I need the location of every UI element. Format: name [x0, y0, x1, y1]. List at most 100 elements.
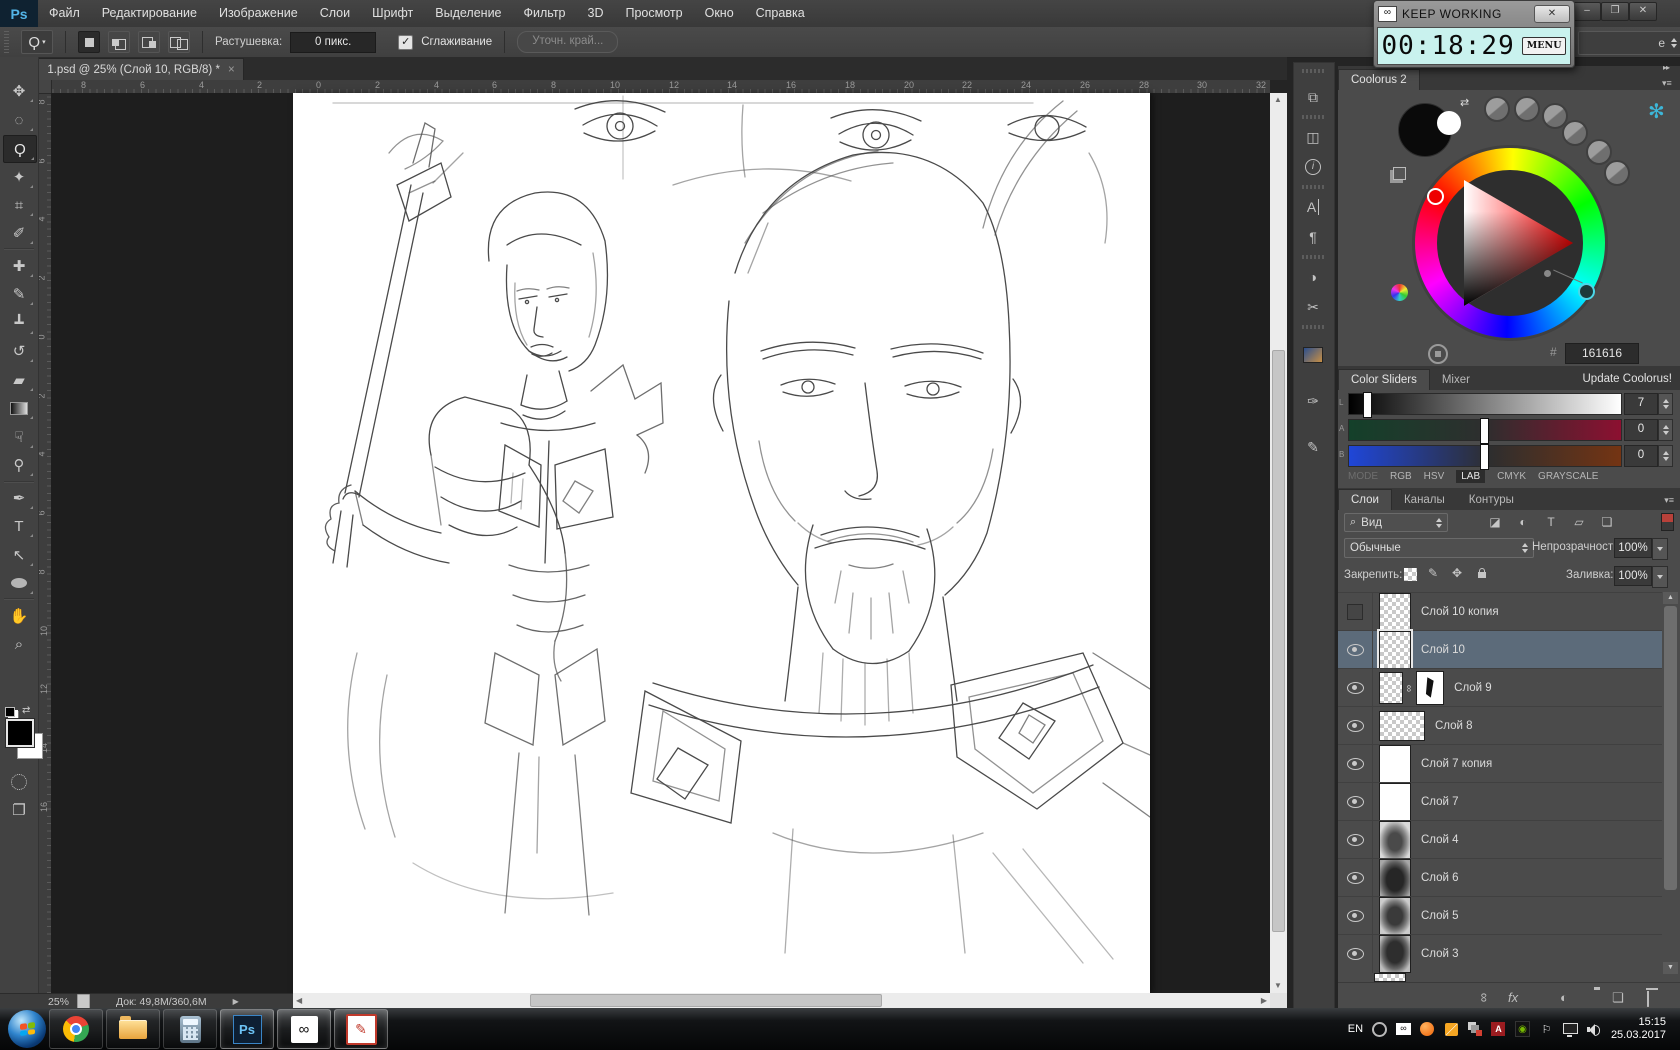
- adjustments-panel-icon[interactable]: ◑: [1300, 265, 1326, 289]
- filter-toggle[interactable]: [1661, 513, 1674, 531]
- harmony-scheme-button[interactable]: [1514, 96, 1540, 122]
- layer-thumbnail[interactable]: [1379, 783, 1411, 821]
- eraser-tool[interactable]: ▰: [3, 367, 35, 393]
- layer-thumbnail[interactable]: [1379, 631, 1411, 669]
- layer-thumbnail[interactable]: [1379, 821, 1411, 859]
- taskbar-keep-working-button[interactable]: ∞: [277, 1009, 331, 1049]
- menu-edit[interactable]: Редактирование: [91, 0, 208, 27]
- tray-adobe-icon[interactable]: A: [1491, 1022, 1506, 1037]
- slider-a-value[interactable]: 0: [1624, 419, 1658, 441]
- tray-nvidia-icon[interactable]: ◉: [1515, 1022, 1530, 1037]
- lock-all-icon[interactable]: [1478, 572, 1486, 578]
- visibility-toggle[interactable]: [1338, 783, 1373, 821]
- link-layers-icon[interactable]: ∞: [1477, 993, 1492, 1002]
- brush-presets-panel-icon[interactable]: ✎: [1300, 435, 1326, 459]
- visibility-toggle[interactable]: [1338, 935, 1373, 973]
- hex-value-field[interactable]: 161616: [1565, 343, 1639, 364]
- layer-row-6[interactable]: Слой 6: [1338, 858, 1662, 897]
- workspace-select[interactable]: e: [1578, 31, 1680, 55]
- layer-name[interactable]: Слой 10: [1421, 644, 1465, 656]
- tray-updates-icon[interactable]: [1468, 1022, 1482, 1036]
- slider-a-stepper[interactable]: [1658, 419, 1673, 441]
- tray-network-icon[interactable]: [1563, 1022, 1578, 1037]
- slider-l-thumb[interactable]: [1363, 392, 1372, 418]
- hand-tool[interactable]: ✋: [3, 603, 35, 629]
- antialias-checkbox[interactable]: ✓: [398, 35, 413, 50]
- start-button[interactable]: [8, 1010, 46, 1048]
- coolorus-settings-gear-icon[interactable]: ✻: [1648, 101, 1670, 123]
- selection-subtract-button[interactable]: [138, 31, 160, 53]
- info-panel-icon[interactable]: i: [1300, 155, 1326, 179]
- saturation-triangle[interactable]: [1437, 170, 1583, 316]
- mode-lab[interactable]: LAB: [1456, 470, 1485, 483]
- slider-b-stepper[interactable]: [1658, 445, 1673, 467]
- layer-thumbnail[interactable]: [1379, 935, 1411, 973]
- tool-presets-panel-icon[interactable]: ✑: [1300, 389, 1326, 413]
- window-minimize-button[interactable]: –: [1573, 2, 1601, 21]
- layers-menu-icon[interactable]: ▾≡: [1664, 490, 1680, 510]
- gradients-panel-icon[interactable]: [1300, 343, 1326, 367]
- document-tab-close-icon[interactable]: ×: [228, 64, 235, 76]
- taskbar-clock[interactable]: 15:15 25.03.2017: [1611, 1016, 1670, 1042]
- taskbar-picture-manager-button[interactable]: ✎: [334, 1009, 388, 1049]
- history-brush-tool[interactable]: ↺: [3, 338, 35, 364]
- default-colors-icon[interactable]: [5, 707, 15, 717]
- coolorus-menu-icon[interactable]: ▾≡: [1662, 78, 1676, 89]
- menu-image[interactable]: Изображение: [208, 0, 309, 27]
- slider-l[interactable]: [1348, 393, 1622, 415]
- collapse-panels-icon[interactable]: ▸▸: [1663, 63, 1669, 72]
- layer-thumbnail[interactable]: [1379, 711, 1425, 741]
- screen-mode-button[interactable]: ❐: [3, 797, 35, 823]
- selection-intersect-button[interactable]: [168, 31, 190, 53]
- taskbar-chrome-button[interactable]: [49, 1009, 103, 1049]
- harmony-scheme-button[interactable]: [1484, 96, 1510, 122]
- quick-mask-button[interactable]: [3, 769, 35, 795]
- foreground-color-swatch[interactable]: [6, 719, 34, 747]
- move-tool[interactable]: ✥: [3, 78, 35, 104]
- copy-hex-icon[interactable]: [1393, 167, 1406, 180]
- layer-name[interactable]: Слой 10 копия: [1421, 606, 1499, 618]
- visibility-toggle[interactable]: [1338, 707, 1373, 745]
- layer-thumbnail[interactable]: [1379, 897, 1411, 935]
- magic-wand-tool[interactable]: ✦: [3, 164, 35, 190]
- coolorus-swap-icon[interactable]: ⇄: [1460, 96, 1469, 109]
- vertical-scroll-thumb[interactable]: [1272, 350, 1285, 932]
- layer-row-5[interactable]: Слой 5: [1338, 896, 1662, 935]
- clone-stamp-tool[interactable]: ┻: [3, 310, 35, 336]
- taskbar-photoshop-button[interactable]: Ps: [220, 1009, 274, 1049]
- layer-row-7[interactable]: Слой 7: [1338, 782, 1662, 821]
- layers-scroll-up-icon[interactable]: ▲: [1663, 592, 1678, 604]
- status-flyout-icon[interactable]: ▶: [233, 997, 239, 1006]
- stop-icon[interactable]: [1428, 344, 1448, 364]
- fill-value[interactable]: 100%: [1614, 566, 1652, 586]
- zoom-level-field[interactable]: 25%: [48, 996, 69, 1008]
- character-panel-icon[interactable]: A: [1300, 195, 1326, 219]
- lock-pixels-icon[interactable]: ✎: [1428, 566, 1438, 580]
- menu-filter[interactable]: Фильтр: [513, 0, 577, 27]
- taskbar-calculator-button[interactable]: [163, 1009, 217, 1049]
- tray-avast-icon[interactable]: [1420, 1022, 1435, 1037]
- visibility-toggle[interactable]: [1338, 897, 1373, 935]
- eyedropper-tool[interactable]: ✐: [3, 220, 35, 246]
- tray-java-icon[interactable]: [1444, 1022, 1459, 1037]
- tab-coolorus[interactable]: Coolorus 2: [1338, 69, 1420, 90]
- tray-keep-working-icon[interactable]: ∞: [1396, 1022, 1411, 1037]
- new-adjustment-layer-icon[interactable]: ◐: [1560, 990, 1568, 1005]
- slider-a[interactable]: [1348, 419, 1622, 441]
- mode-hsv[interactable]: HSV: [1424, 471, 1445, 482]
- zoom-tool[interactable]: ⌕: [3, 631, 35, 657]
- tab-layers[interactable]: Слои: [1338, 489, 1392, 510]
- filter-shape-layers-icon[interactable]: ▱: [1568, 514, 1590, 530]
- blend-mode-select[interactable]: Обычные: [1344, 538, 1534, 558]
- menu-view[interactable]: Просмотр: [615, 0, 694, 27]
- scroll-left-icon[interactable]: ◀: [296, 996, 302, 1005]
- scroll-right-icon[interactable]: ▶: [1261, 996, 1267, 1005]
- fill-dropdown-icon[interactable]: [1652, 566, 1668, 588]
- window-close-button[interactable]: ✕: [1629, 2, 1657, 21]
- visibility-toggle[interactable]: [1338, 631, 1373, 669]
- update-coolorus-link[interactable]: Update Coolorus!: [1583, 368, 1680, 390]
- layer-name[interactable]: Слой 5: [1421, 910, 1459, 922]
- scroll-up-icon[interactable]: ▲: [1274, 95, 1282, 104]
- slider-l-value[interactable]: 7: [1624, 393, 1658, 415]
- visibility-toggle[interactable]: [1338, 669, 1373, 707]
